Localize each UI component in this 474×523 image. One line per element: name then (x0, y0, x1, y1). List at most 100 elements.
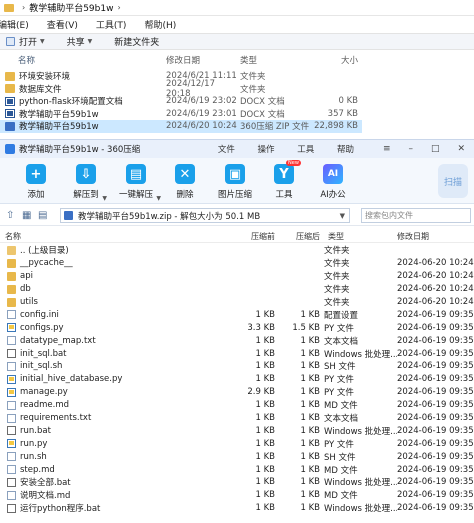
title-bar: 教学辅助平台59b1w - 360压缩 文件 操作 工具 帮助 ≡ – □ ✕ (0, 140, 474, 158)
entry-type: Windows 批处理... (324, 478, 397, 489)
address-bar[interactable]: › 教学辅助平台59b1w › (0, 0, 474, 16)
share-button[interactable]: 共享 ▼ (67, 35, 93, 48)
detail-view-icon[interactable]: ▤ (38, 210, 47, 221)
column-before[interactable]: 压缩前 (225, 231, 275, 242)
menu-help[interactable]: 帮助(H) (144, 18, 176, 31)
archive-row[interactable]: manage.py 2.9 KB 1 KB PY 文件 2024-06-19 09:35 (0, 386, 474, 399)
delete-button[interactable]: ✕ 删除 (163, 164, 207, 200)
maximize-icon[interactable]: □ (431, 144, 440, 154)
archive-row[interactable]: run.sh 1 KB 1 KB SH 文件 2024-06-19 09:35 (0, 450, 474, 463)
archive-row[interactable]: init_sql.sh 1 KB 1 KB SH 文件 2024-06-19 09:35 (0, 360, 474, 373)
trash-icon: ✕ (175, 164, 195, 184)
image-compress-button[interactable]: ▣ 图片压缩 (213, 164, 257, 200)
column-size[interactable]: 大小 (310, 54, 358, 66)
zip-archive-icon (64, 211, 73, 220)
one-click-extract-button[interactable]: ▤ 一键解压 ▼ (114, 164, 161, 202)
entry-size-after: 1 KB (300, 400, 320, 411)
file-icon (7, 361, 16, 371)
python-file-icon (7, 439, 16, 449)
breadcrumb[interactable]: 教学辅助平台59b1w (29, 1, 113, 14)
menu-icon[interactable]: ≡ (383, 144, 391, 154)
docx-icon (5, 96, 15, 106)
archive-row[interactable]: run.py 1 KB 1 KB PY 文件 2024-06-19 09:35 (0, 437, 474, 450)
file-row-selected[interactable]: 教学辅助平台59b1w 2024/6/20 10:24 360压缩 ZIP 文件… (0, 120, 362, 133)
menu-edit[interactable]: 编辑(E) (0, 18, 29, 31)
entry-type: 文件夹 (324, 259, 350, 270)
menu-operate[interactable]: 操作 (258, 145, 275, 155)
extract-to-button[interactable]: ⇩ 解压到 ▼ (64, 164, 108, 202)
archive-path-field[interactable]: 教学辅助平台59b1w.zip - 解包大小为 50.1 MB ▼ (60, 208, 350, 223)
menu-view[interactable]: 查看(V) (47, 18, 78, 31)
python-file-icon (7, 323, 16, 333)
menu-tools[interactable]: 工具(T) (96, 18, 127, 31)
ai-office-button[interactable]: AI AI办公 (311, 164, 355, 200)
file-row[interactable]: 数据库文件 2024/12/17 20:18 文件夹 (0, 79, 362, 99)
open-button[interactable]: 打开 ▼ (6, 35, 45, 48)
up-arrow-icon[interactable]: ⇧ (6, 210, 14, 221)
archive-row[interactable]: __pycache__ 文件夹 2024-06-20 10:24 (0, 257, 474, 270)
tools-button[interactable]: Y New 工具 (262, 160, 306, 200)
column-date[interactable]: 修改日期 (397, 231, 474, 242)
archive-path-text: 教学辅助平台59b1w.zip - 解包大小为 50.1 MB (78, 211, 261, 222)
archive-row[interactable]: initial_hive_database.py 1 KB 1 KB PY 文件 202… (0, 373, 474, 386)
menu-tools[interactable]: 工具 (297, 145, 314, 155)
archive-row[interactable]: datatype_map.txt 1 KB 1 KB 文本文档 2024-06-19 0… (0, 334, 474, 347)
menu-file[interactable]: 文件 (218, 145, 235, 155)
python-file-icon (7, 374, 16, 384)
column-name[interactable]: 名称 (0, 54, 166, 66)
file-row[interactable]: python-flask环境配置文档 2024/6/19 23:02 DOCX … (0, 95, 362, 108)
entry-type: MD 文件 (324, 401, 358, 412)
entry-size-before: 1 KB (255, 451, 275, 462)
archive-row[interactable]: init_sql.bat 1 KB 1 KB Windows 批处理... 2024-0… (0, 347, 474, 360)
archive-row[interactable]: utils 文件夹 2024-06-20 10:24 (0, 296, 474, 309)
archive-row[interactable]: db 文件夹 2024-06-20 10:24 (0, 283, 474, 296)
entry-size-before: 1 KB (255, 503, 275, 514)
scan-button[interactable]: 扫描 (438, 164, 468, 198)
entry-size-after: 1 KB (300, 477, 320, 488)
menu-help[interactable]: 帮助 (337, 145, 354, 155)
tools-label: 工具 (275, 190, 293, 200)
archive-row[interactable]: configs.py 3.3 KB 1.5 KB PY 文件 2024-06-19 09… (0, 321, 474, 334)
batch-file-icon (7, 349, 16, 359)
archive-row[interactable]: .. (上级目录) 文件夹 (0, 244, 474, 257)
file-row[interactable]: 教学辅助平台59b1w 2024/6/19 23:01 DOCX 文档 357 … (0, 108, 362, 121)
entry-size-after: 1 KB (300, 464, 320, 475)
entry-type: PY 文件 (324, 375, 354, 386)
entry-name: .. (上级目录) (20, 246, 69, 257)
entry-size-before: 1 KB (255, 490, 275, 501)
column-after[interactable]: 压缩后 (275, 231, 320, 242)
new-folder-button[interactable]: 新建文件夹 (114, 35, 159, 48)
column-name[interactable]: 名称 (0, 231, 225, 242)
archive-row[interactable]: config.ini 1 KB 1 KB 配置设置 2024-06-19 09:35 (0, 308, 474, 321)
search-input[interactable]: 搜索包内文件 (361, 208, 471, 223)
archive-row[interactable]: 运行python程序.bat 1 KB 1 KB Windows 批处理... 2024… (0, 502, 474, 515)
entry-date: 2024-06-20 10:24 (397, 297, 474, 307)
chevron-down-icon[interactable]: ▼ (156, 195, 161, 202)
file-icon (7, 465, 16, 475)
archive-row[interactable]: 安装全部.bat 1 KB 1 KB Windows 批处理... 2024-06-19… (0, 476, 474, 489)
column-date[interactable]: 修改日期 (166, 54, 240, 66)
minimize-icon[interactable]: – (409, 144, 414, 154)
archive-row[interactable]: 说明文档.md 1 KB 1 KB MD 文件 2024-06-19 09:35 (0, 489, 474, 502)
archive-row[interactable]: requirements.txt 1 KB 1 KB 文本文档 2024-06-19 0… (0, 412, 474, 425)
archive-row[interactable]: api 文件夹 2024-06-20 10:24 (0, 270, 474, 283)
entry-date: 2024-06-20 10:24 (397, 258, 474, 269)
archive-row[interactable]: readme.md 1 KB 1 KB MD 文件 2024-06-19 09:35 (0, 399, 474, 412)
chevron-down-icon[interactable]: ▼ (102, 195, 107, 202)
batch-file-icon (7, 477, 16, 487)
close-icon[interactable]: ✕ (457, 144, 465, 154)
chevron-down-icon[interactable]: ▼ (340, 212, 345, 220)
python-file-icon (7, 387, 16, 397)
entry-name: datatype_map.txt (20, 335, 96, 346)
column-type[interactable]: 类型 (240, 54, 310, 66)
entry-name: init_sql.bat (20, 348, 67, 359)
column-type[interactable]: 类型 (320, 231, 397, 242)
archive-row[interactable]: step.md 1 KB 1 KB MD 文件 2024-06-19 09:35 (0, 463, 474, 476)
folder-icon (4, 3, 14, 12)
one-click-extract-label: 一键解压 (118, 190, 153, 200)
add-button[interactable]: + 添加 (14, 164, 58, 200)
archive-row[interactable]: run.bat 1 KB 1 KB Windows 批处理... 2024-06-19 … (0, 424, 474, 437)
chevron-right-icon[interactable]: › (117, 3, 120, 12)
list-view-icon[interactable]: ▦ (22, 210, 31, 221)
entry-size-before: 2.9 KB (247, 387, 275, 398)
